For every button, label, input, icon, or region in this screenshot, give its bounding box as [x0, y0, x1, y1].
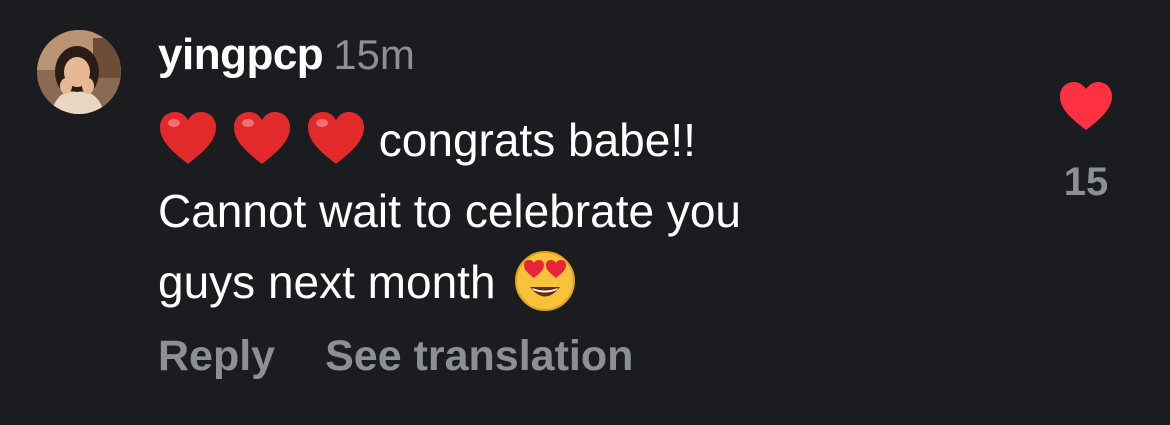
heart-eyes-icon	[514, 251, 575, 311]
comment-line-3: guys next month	[158, 247, 978, 318]
timestamp: 15m	[333, 31, 415, 78]
username[interactable]: yingpcp	[158, 30, 324, 79]
like-count: 15	[1063, 160, 1109, 204]
comment-header: yingpcp 15m	[158, 30, 415, 86]
comment-actions: Reply See translation	[158, 332, 633, 381]
avatar-image	[37, 30, 121, 114]
comment-line-2: Cannot wait to celebrate you	[158, 185, 742, 237]
avatar[interactable]	[37, 30, 121, 114]
comment: yingpcp 15m congrats babe!! Cannot wait t…	[0, 0, 1170, 425]
see-translation-button[interactable]: See translation	[325, 332, 633, 380]
red-heart-icon	[308, 112, 364, 164]
heart-icon[interactable]	[1058, 80, 1114, 132]
comment-line-3-text: guys next month	[158, 256, 496, 308]
red-heart-icon	[160, 112, 216, 164]
red-heart-icon	[234, 112, 290, 164]
comment-line-1: congrats babe!!	[158, 105, 978, 176]
comment-line-1-text: congrats babe!!	[366, 114, 696, 166]
comment-text: congrats babe!! Cannot wait to celebrate…	[158, 105, 978, 318]
reply-button[interactable]: Reply	[158, 332, 275, 380]
